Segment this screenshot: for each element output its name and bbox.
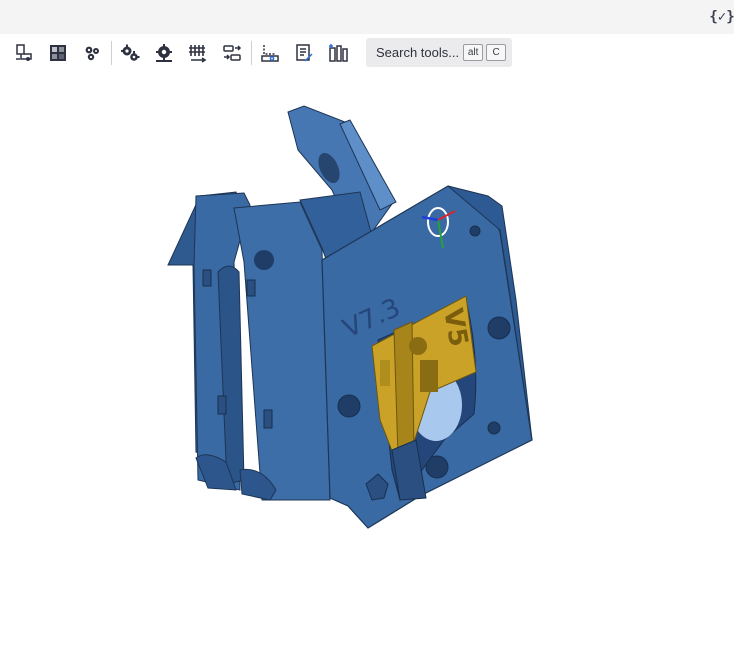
code-check-icon[interactable]: {✓} [709,6,734,28]
document-edit-tool-icon[interactable] [290,39,318,67]
drawing-tool-icon[interactable] [256,39,284,67]
gear-tool-icon[interactable] [116,39,144,67]
search-tools-button[interactable]: Search tools... alt C [366,38,512,67]
gear-settings-tool-icon[interactable] [150,39,178,67]
toolbar-separator [111,41,112,65]
toolbar-separator [251,41,252,65]
toolbar: Search tools... alt C [0,34,734,72]
library-tool-icon[interactable] [324,39,352,67]
shortcut-key-alt: alt [463,44,484,61]
transform-tool-icon[interactable] [218,39,246,67]
shortcut-key-c: C [486,44,507,61]
extruder-model[interactable]: V7.3 V5 [0,72,734,665]
3d-viewport[interactable]: V7.3 V5 [0,72,734,665]
part-studio-tool-icon[interactable] [44,39,72,67]
sketch-tool-icon[interactable] [10,39,38,67]
search-tools-label: Search tools... [376,45,460,60]
pattern-tool-icon[interactable] [184,39,212,67]
top-bar: {✓} [0,0,734,34]
assembly-tool-icon[interactable] [78,39,106,67]
model-center-column [233,201,331,501]
